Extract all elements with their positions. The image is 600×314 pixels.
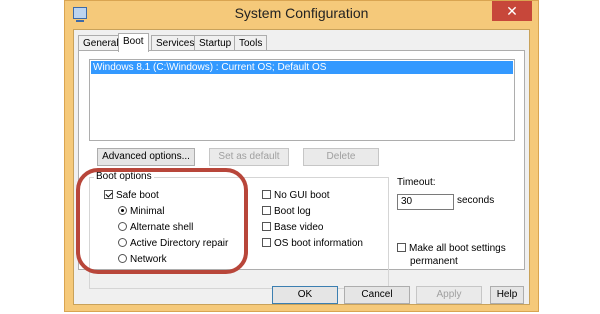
timeout-unit-label: seconds xyxy=(457,195,495,206)
tab-boot[interactable]: Boot xyxy=(118,33,149,52)
boot-log-label: Boot log xyxy=(274,206,311,217)
tab-startup[interactable]: Startup xyxy=(194,35,237,51)
advanced-options-button[interactable]: Advanced options... xyxy=(97,148,195,166)
close-button[interactable]: ✕ xyxy=(492,1,532,21)
make-permanent-label-line2: permanent xyxy=(410,256,458,267)
window-title: System Configuration xyxy=(234,5,369,21)
highlight-annotation-ring xyxy=(76,168,248,274)
make-permanent-checkbox[interactable]: Make all boot settings xyxy=(397,243,506,255)
timeout-input[interactable]: 30 xyxy=(397,194,454,210)
set-as-default-button[interactable]: Set as default xyxy=(209,148,289,166)
make-permanent-label: Make all boot settings xyxy=(409,243,506,254)
tab-services[interactable]: Services xyxy=(151,35,200,51)
base-video-label: Base video xyxy=(274,222,324,233)
os-list[interactable]: Windows 8.1 (C:\Windows) : Current OS; D… xyxy=(89,59,515,141)
checkbox-icon xyxy=(262,206,271,215)
apply-button[interactable]: Apply xyxy=(416,286,482,304)
no-gui-boot-label: No GUI boot xyxy=(274,190,330,201)
tab-general[interactable]: General xyxy=(78,35,124,51)
os-boot-information-label: OS boot information xyxy=(274,238,363,249)
os-boot-information-checkbox[interactable]: OS boot information xyxy=(262,238,363,250)
timeout-label: Timeout: xyxy=(397,177,436,188)
help-button[interactable]: Help xyxy=(490,286,524,304)
os-list-item[interactable]: Windows 8.1 (C:\Windows) : Current OS; D… xyxy=(91,61,513,74)
checkbox-icon xyxy=(262,222,271,231)
checkbox-icon xyxy=(262,238,271,247)
checkbox-icon xyxy=(262,190,271,199)
no-gui-boot-checkbox[interactable]: No GUI boot xyxy=(262,190,330,202)
boot-log-checkbox[interactable]: Boot log xyxy=(262,206,311,218)
base-video-checkbox[interactable]: Base video xyxy=(262,222,323,234)
delete-button[interactable]: Delete xyxy=(303,148,379,166)
title-bar[interactable]: System Configuration ✕ xyxy=(65,1,538,27)
tab-tools[interactable]: Tools xyxy=(234,35,268,51)
cancel-button[interactable]: Cancel xyxy=(344,286,410,304)
ok-button[interactable]: OK xyxy=(272,286,338,304)
checkbox-icon xyxy=(397,243,406,252)
